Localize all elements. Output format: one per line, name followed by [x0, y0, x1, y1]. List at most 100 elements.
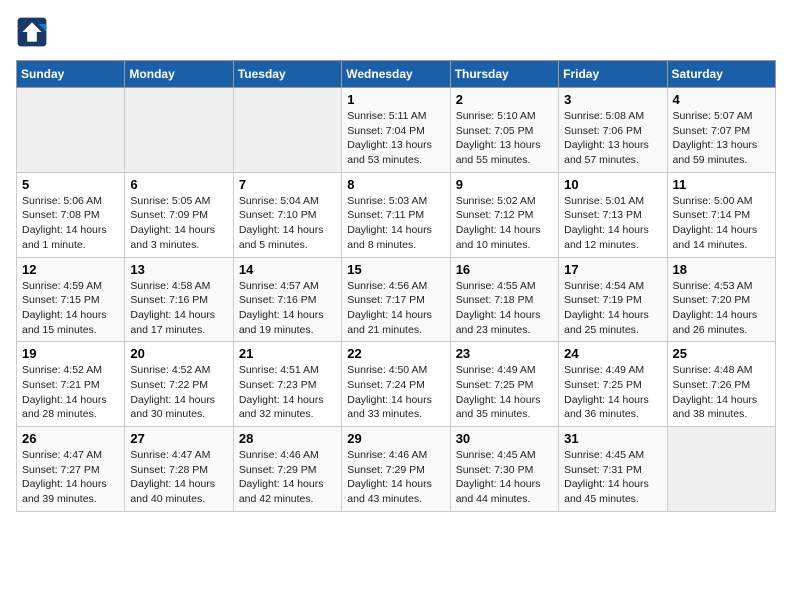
weekday-header: Friday [559, 61, 667, 88]
day-number: 20 [130, 346, 227, 361]
day-number: 10 [564, 177, 661, 192]
calendar-cell [125, 88, 233, 173]
day-number: 17 [564, 262, 661, 277]
calendar-cell [233, 88, 341, 173]
day-info: Sunrise: 5:08 AMSunset: 7:06 PMDaylight:… [564, 109, 661, 168]
day-number: 4 [673, 92, 770, 107]
calendar-week-row: 19 Sunrise: 4:52 AMSunset: 7:21 PMDayligh… [17, 342, 776, 427]
calendar-cell: 24Sunrise: 4:49 AMSunset: 7:25 PMDayligh… [559, 342, 667, 427]
day-info: Sunrise: 5:00 AMSunset: 7:14 PMDaylight:… [673, 194, 770, 253]
day-number: 31 [564, 431, 661, 446]
calendar-cell: 9 Sunrise: 5:02 AMSunset: 7:12 PMDaylight… [450, 172, 558, 257]
calendar-week-row: 1 Sunrise: 5:11 AMSunset: 7:04 PMDaylight… [17, 88, 776, 173]
calendar-cell: 5Sunrise: 5:06 AMSunset: 7:08 PMDaylight… [17, 172, 125, 257]
calendar-cell: 19 Sunrise: 4:52 AMSunset: 7:21 PMDayligh… [17, 342, 125, 427]
calendar-cell: 27 Sunrise: 4:47 AMSunset: 7:28 PMDayligh… [125, 427, 233, 512]
calendar-cell: 17 Sunrise: 4:54 AMSunset: 7:19 PMDayligh… [559, 257, 667, 342]
day-info: Sunrise: 4:57 AMSunset: 7:16 PMDaylight:… [239, 279, 336, 338]
day-info: Sunrise: 4:58 AMSunset: 7:16 PMDaylight:… [130, 279, 227, 338]
day-info: Sunrise: 5:04 AMSunset: 7:10 PMDaylight:… [239, 194, 336, 253]
calendar-week-row: 26Sunrise: 4:47 AMSunset: 7:27 PMDayligh… [17, 427, 776, 512]
day-info: Sunrise: 4:47 AMSunset: 7:28 PMDaylight:… [130, 448, 227, 507]
day-info: Sunrise: 4:45 AMSunset: 7:31 PMDaylight:… [564, 448, 661, 507]
calendar-cell: 12 Sunrise: 4:59 AMSunset: 7:15 PMDayligh… [17, 257, 125, 342]
calendar-cell: 1 Sunrise: 5:11 AMSunset: 7:04 PMDaylight… [342, 88, 450, 173]
day-info: Sunrise: 4:46 AMSunset: 7:29 PMDaylight:… [239, 448, 336, 507]
calendar-cell: 29 Sunrise: 4:46 AMSunset: 7:29 PMDayligh… [342, 427, 450, 512]
day-number: 2 [456, 92, 553, 107]
calendar-cell: 13 Sunrise: 4:58 AMSunset: 7:16 PMDayligh… [125, 257, 233, 342]
weekday-header: Saturday [667, 61, 775, 88]
day-info: Sunrise: 5:06 AMSunset: 7:08 PMDaylight:… [22, 194, 119, 253]
day-number: 25 [673, 346, 770, 361]
day-info: Sunrise: 5:05 AMSunset: 7:09 PMDaylight:… [130, 194, 227, 253]
calendar-cell: 28 Sunrise: 4:46 AMSunset: 7:29 PMDayligh… [233, 427, 341, 512]
day-info: Sunrise: 5:03 AMSunset: 7:11 PMDaylight:… [347, 194, 444, 253]
day-number: 29 [347, 431, 444, 446]
logo [16, 16, 52, 48]
day-number: 13 [130, 262, 227, 277]
page-header [16, 16, 776, 48]
calendar-cell: 14 Sunrise: 4:57 AMSunset: 7:16 PMDayligh… [233, 257, 341, 342]
day-info: Sunrise: 4:48 AMSunset: 7:26 PMDaylight:… [673, 363, 770, 422]
day-number: 11 [673, 177, 770, 192]
day-info: Sunrise: 4:47 AMSunset: 7:27 PMDaylight:… [22, 448, 119, 507]
calendar-cell [667, 427, 775, 512]
day-number: 1 [347, 92, 444, 107]
day-number: 7 [239, 177, 336, 192]
day-info: Sunrise: 4:52 AMSunset: 7:21 PMDaylight:… [22, 363, 119, 422]
calendar-cell: 2Sunrise: 5:10 AMSunset: 7:05 PMDaylight… [450, 88, 558, 173]
calendar-header: SundayMondayTuesdayWednesdayThursdayFrid… [17, 61, 776, 88]
calendar-cell: 10 Sunrise: 5:01 AMSunset: 7:13 PMDayligh… [559, 172, 667, 257]
day-info: Sunrise: 5:11 AMSunset: 7:04 PMDaylight:… [347, 109, 444, 168]
day-number: 3 [564, 92, 661, 107]
day-number: 27 [130, 431, 227, 446]
calendar-cell: 6Sunrise: 5:05 AMSunset: 7:09 PMDaylight… [125, 172, 233, 257]
calendar-cell: 8Sunrise: 5:03 AMSunset: 7:11 PMDaylight… [342, 172, 450, 257]
weekday-header: Monday [125, 61, 233, 88]
day-info: Sunrise: 4:51 AMSunset: 7:23 PMDaylight:… [239, 363, 336, 422]
day-info: Sunrise: 5:07 AMSunset: 7:07 PMDaylight:… [673, 109, 770, 168]
calendar-cell: 18 Sunrise: 4:53 AMSunset: 7:20 PMDayligh… [667, 257, 775, 342]
day-info: Sunrise: 5:01 AMSunset: 7:13 PMDaylight:… [564, 194, 661, 253]
day-number: 14 [239, 262, 336, 277]
day-number: 22 [347, 346, 444, 361]
day-number: 30 [456, 431, 553, 446]
day-number: 12 [22, 262, 119, 277]
calendar-cell: 15 Sunrise: 4:56 AMSunset: 7:17 PMDayligh… [342, 257, 450, 342]
calendar-cell: 30 Sunrise: 4:45 AMSunset: 7:30 PMDayligh… [450, 427, 558, 512]
day-number: 15 [347, 262, 444, 277]
calendar-cell: 4 Sunrise: 5:07 AMSunset: 7:07 PMDaylight… [667, 88, 775, 173]
day-info: Sunrise: 4:56 AMSunset: 7:17 PMDaylight:… [347, 279, 444, 338]
day-info: Sunrise: 5:02 AMSunset: 7:12 PMDaylight:… [456, 194, 553, 253]
calendar-cell: 23Sunrise: 4:49 AMSunset: 7:25 PMDayligh… [450, 342, 558, 427]
day-number: 23 [456, 346, 553, 361]
calendar-cell: 20Sunrise: 4:52 AMSunset: 7:22 PMDayligh… [125, 342, 233, 427]
calendar-table: SundayMondayTuesdayWednesdayThursdayFrid… [16, 60, 776, 512]
calendar-cell [17, 88, 125, 173]
calendar-cell: 25 Sunrise: 4:48 AMSunset: 7:26 PMDayligh… [667, 342, 775, 427]
calendar-cell: 16Sunrise: 4:55 AMSunset: 7:18 PMDayligh… [450, 257, 558, 342]
day-info: Sunrise: 4:54 AMSunset: 7:19 PMDaylight:… [564, 279, 661, 338]
calendar-week-row: 5Sunrise: 5:06 AMSunset: 7:08 PMDaylight… [17, 172, 776, 257]
weekday-header: Sunday [17, 61, 125, 88]
day-info: Sunrise: 4:46 AMSunset: 7:29 PMDaylight:… [347, 448, 444, 507]
day-info: Sunrise: 4:59 AMSunset: 7:15 PMDaylight:… [22, 279, 119, 338]
day-number: 21 [239, 346, 336, 361]
weekday-header: Tuesday [233, 61, 341, 88]
day-info: Sunrise: 4:50 AMSunset: 7:24 PMDaylight:… [347, 363, 444, 422]
day-info: Sunrise: 4:55 AMSunset: 7:18 PMDaylight:… [456, 279, 553, 338]
logo-icon [16, 16, 48, 48]
calendar-week-row: 12 Sunrise: 4:59 AMSunset: 7:15 PMDayligh… [17, 257, 776, 342]
day-number: 19 [22, 346, 119, 361]
day-number: 18 [673, 262, 770, 277]
calendar-cell: 31 Sunrise: 4:45 AMSunset: 7:31 PMDayligh… [559, 427, 667, 512]
calendar-cell: 26Sunrise: 4:47 AMSunset: 7:27 PMDayligh… [17, 427, 125, 512]
calendar-cell: 3 Sunrise: 5:08 AMSunset: 7:06 PMDaylight… [559, 88, 667, 173]
day-number: 28 [239, 431, 336, 446]
day-info: Sunrise: 4:53 AMSunset: 7:20 PMDaylight:… [673, 279, 770, 338]
weekday-header: Wednesday [342, 61, 450, 88]
day-number: 9 [456, 177, 553, 192]
calendar-cell: 11 Sunrise: 5:00 AMSunset: 7:14 PMDayligh… [667, 172, 775, 257]
day-info: Sunrise: 4:45 AMSunset: 7:30 PMDaylight:… [456, 448, 553, 507]
